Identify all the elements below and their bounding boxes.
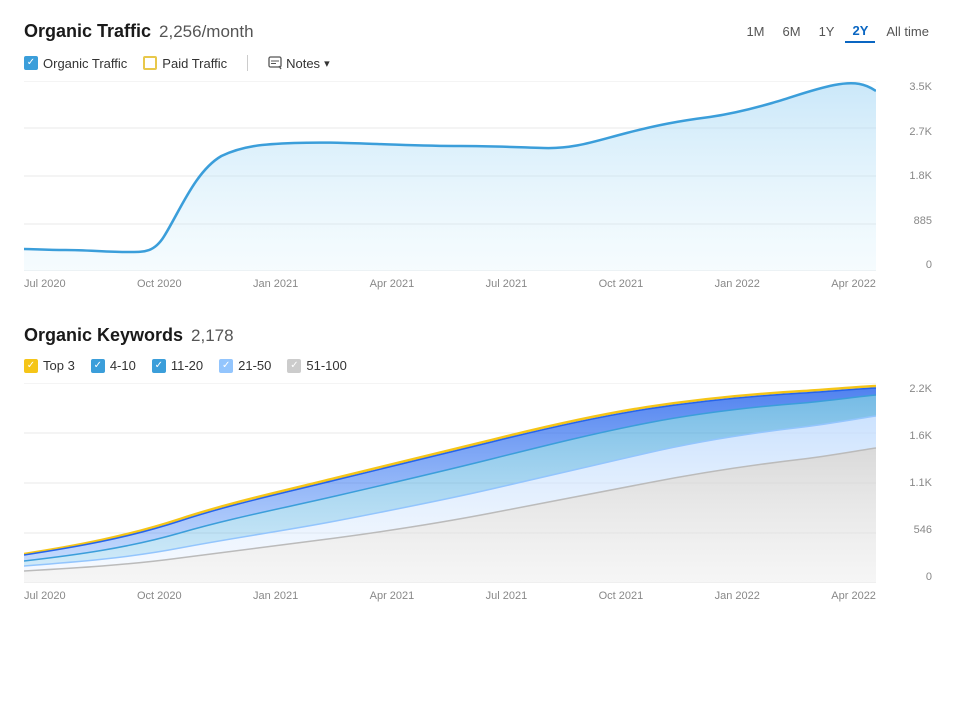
chart-plot-area (24, 81, 876, 271)
x-label-jul2020: Jul 2020 (24, 278, 66, 290)
x-label-apr2022: Apr 2022 (831, 278, 876, 290)
kw-x-apr2022: Apr 2022 (831, 590, 876, 602)
kw-x-jan2021: Jan 2021 (253, 590, 298, 602)
legend-item-organic[interactable]: ✓ Organic Traffic (24, 56, 127, 71)
paid-label: Paid Traffic (162, 56, 227, 71)
time-btn-1m[interactable]: 1M (739, 21, 771, 42)
4-10-checkbox[interactable]: ✓ (91, 359, 105, 373)
legend-51-100[interactable]: ✓ 51-100 (287, 358, 346, 373)
organic-traffic-section: Organic Traffic 2,256/month 1M 6M 1Y 2Y … (24, 20, 936, 301)
kw-y-0: 0 (926, 571, 932, 583)
organic-traffic-x-axis: Jul 2020 Oct 2020 Jan 2021 Apr 2021 Jul … (24, 273, 876, 301)
kw-x-jan2022: Jan 2022 (715, 590, 760, 602)
organic-traffic-value: 2,256/month (159, 22, 254, 42)
time-btn-2y[interactable]: 2Y (845, 20, 875, 43)
21-50-checkbox[interactable]: ✓ (219, 359, 233, 373)
organic-traffic-title: Organic Traffic (24, 21, 151, 42)
checkmark-icon: ✓ (27, 361, 35, 371)
paid-checkbox[interactable] (143, 56, 157, 70)
organic-traffic-title-group: Organic Traffic 2,256/month (24, 21, 254, 42)
4-10-label: 4-10 (110, 358, 136, 373)
top3-checkbox[interactable]: ✓ (24, 359, 38, 373)
checkmark-icon: ✓ (94, 361, 102, 371)
y-label-35k: 3.5K (909, 81, 932, 93)
organic-traffic-header: Organic Traffic 2,256/month 1M 6M 1Y 2Y … (24, 20, 936, 43)
legend-4-10[interactable]: ✓ 4-10 (91, 358, 136, 373)
x-label-jan2021: Jan 2021 (253, 278, 298, 290)
legend-item-paid[interactable]: Paid Traffic (143, 56, 227, 71)
x-label-oct2021: Oct 2021 (599, 278, 644, 290)
checkmark-icon: ✓ (27, 58, 35, 68)
keywords-chart-plot (24, 383, 876, 583)
organic-traffic-chart: 3.5K 2.7K 1.8K 885 0 Jul 2020 Oct 2020 J… (24, 81, 936, 301)
legend-top3[interactable]: ✓ Top 3 (24, 358, 75, 373)
legend-21-50[interactable]: ✓ 21-50 (219, 358, 271, 373)
organic-keywords-title: Organic Keywords (24, 325, 183, 346)
organic-keywords-section: Organic Keywords 2,178 ✓ Top 3 ✓ 4-10 ✓ … (24, 325, 936, 613)
organic-keywords-value: 2,178 (191, 326, 234, 346)
11-20-checkbox[interactable]: ✓ (152, 359, 166, 373)
notes-label: Notes (286, 56, 320, 71)
top3-label: Top 3 (43, 358, 75, 373)
x-label-oct2020: Oct 2020 (137, 278, 182, 290)
organic-checkbox[interactable]: ✓ (24, 56, 38, 70)
time-btn-alltime[interactable]: All time (879, 21, 936, 42)
kw-y-546: 546 (914, 524, 932, 536)
x-label-jan2022: Jan 2022 (715, 278, 760, 290)
kw-y-11k: 1.1K (909, 477, 932, 489)
checkmark-icon: ✓ (155, 361, 163, 371)
keywords-svg (24, 383, 876, 583)
traffic-area-fill (24, 83, 876, 271)
kw-x-oct2021: Oct 2021 (599, 590, 644, 602)
organic-keywords-chart: 2.2K 1.6K 1.1K 546 0 Jul 2020 Oct 2020 J… (24, 383, 936, 613)
organic-traffic-y-axis: 3.5K 2.7K 1.8K 885 0 (881, 81, 936, 271)
keywords-x-axis: Jul 2020 Oct 2020 Jan 2021 Apr 2021 Jul … (24, 585, 876, 613)
y-label-0: 0 (926, 259, 932, 271)
kw-x-jul2021: Jul 2021 (486, 590, 528, 602)
21-50-label: 21-50 (238, 358, 271, 373)
x-label-jul2021: Jul 2021 (486, 278, 528, 290)
kw-x-apr2021: Apr 2021 (370, 590, 415, 602)
time-btn-6m[interactable]: 6M (776, 21, 808, 42)
organic-keywords-title-group: Organic Keywords 2,178 (24, 325, 936, 346)
legend-divider (247, 55, 248, 71)
organic-traffic-svg (24, 81, 876, 271)
notes-chevron-icon: ▾ (324, 57, 330, 70)
kw-y-16k: 1.6K (909, 430, 932, 442)
y-label-885: 885 (914, 215, 932, 227)
notes-icon (268, 56, 282, 70)
organic-traffic-legend: ✓ Organic Traffic Paid Traffic Notes ▾ (24, 55, 936, 71)
time-btn-1y[interactable]: 1Y (812, 21, 842, 42)
kw-x-jul2020: Jul 2020 (24, 590, 66, 602)
organic-keywords-legend: ✓ Top 3 ✓ 4-10 ✓ 11-20 ✓ 21-50 ✓ 51 (24, 358, 936, 373)
notes-button[interactable]: Notes ▾ (268, 56, 330, 71)
keywords-y-axis: 2.2K 1.6K 1.1K 546 0 (881, 383, 936, 583)
checkmark-icon: ✓ (222, 361, 230, 371)
time-controls: 1M 6M 1Y 2Y All time (739, 20, 936, 43)
legend-11-20[interactable]: ✓ 11-20 (152, 358, 203, 373)
y-label-27k: 2.7K (909, 126, 932, 138)
kw-y-22k: 2.2K (909, 383, 932, 395)
checkmark-icon: ✓ (290, 361, 298, 371)
x-label-apr2021: Apr 2021 (370, 278, 415, 290)
y-label-18k: 1.8K (909, 170, 932, 182)
11-20-label: 11-20 (171, 358, 203, 373)
organic-label: Organic Traffic (43, 56, 127, 71)
kw-x-oct2020: Oct 2020 (137, 590, 182, 602)
51-100-label: 51-100 (306, 358, 346, 373)
51-100-checkbox[interactable]: ✓ (287, 359, 301, 373)
